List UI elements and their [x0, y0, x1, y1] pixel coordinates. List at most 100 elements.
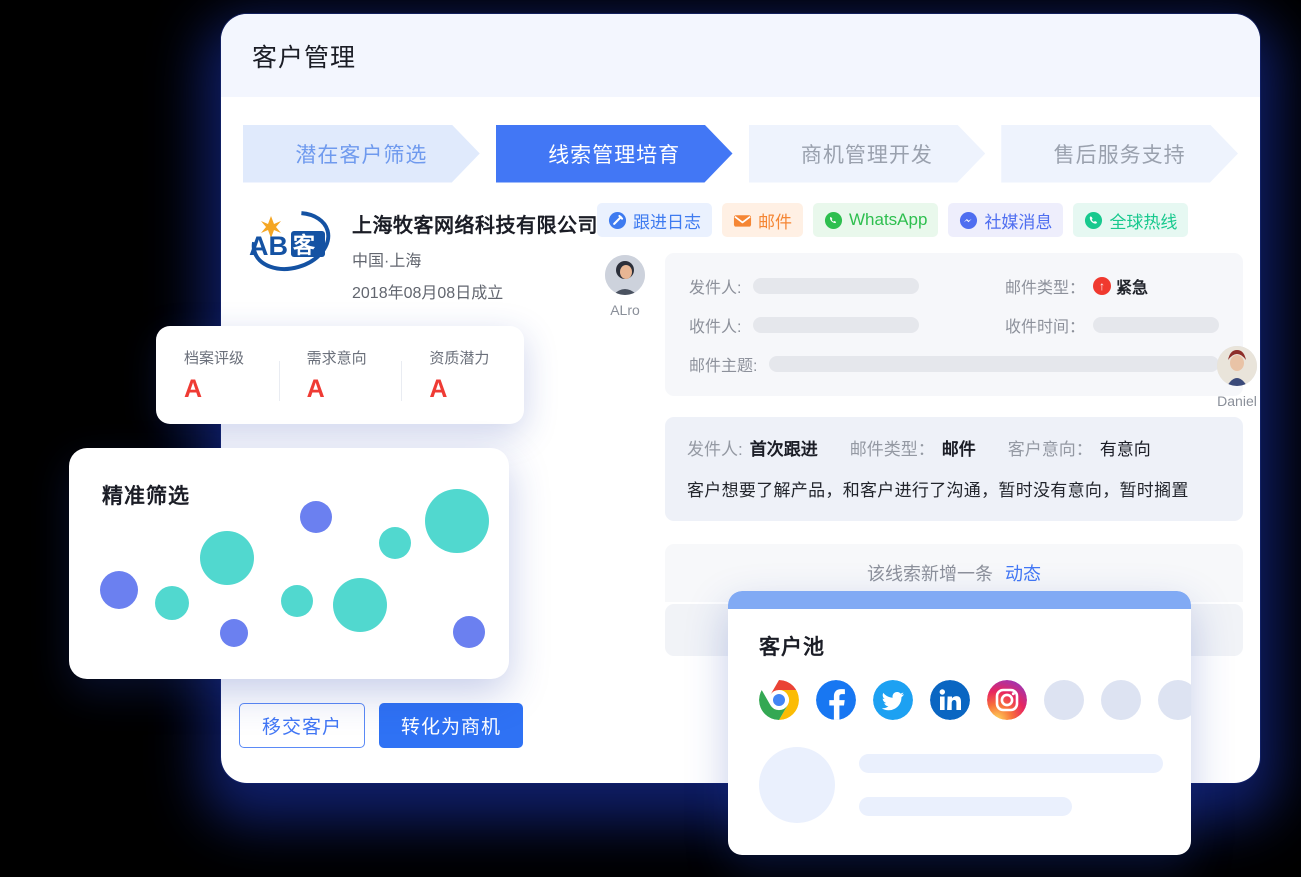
mail-time-value-placeholder: [1093, 317, 1220, 333]
whatsapp-icon: [824, 211, 843, 229]
pool-skeleton-row: [728, 720, 1191, 823]
note-sender-value: 首次跟进: [749, 440, 818, 459]
step-potential-customer[interactable]: 潜在客户筛选: [243, 125, 480, 183]
transfer-customer-button[interactable]: 移交客户: [239, 703, 366, 748]
mail-row-subject: 邮件主题:: [689, 352, 1220, 376]
tab-label: 跟进日志: [633, 212, 701, 232]
rating-card: 档案评级 A 需求意向 A 资质潜力 A: [156, 326, 524, 424]
bubble-point: [100, 571, 138, 609]
reviewer-name: Daniel: [1217, 393, 1257, 409]
tab-email[interactable]: 邮件: [722, 203, 803, 237]
bubble-point: [379, 527, 411, 559]
rating-value: A: [429, 374, 448, 403]
mail-type-value: ↑ 紧急: [1093, 274, 1148, 298]
step-after-sales-support[interactable]: 售后服务支持: [1001, 125, 1238, 183]
mail-sender-name: ALro: [610, 302, 640, 318]
customer-pool-card: 客户池: [728, 591, 1191, 855]
mail-receiver-value-placeholder: [753, 317, 920, 333]
mail-row-receiver: 收件人: 收件时间：: [689, 313, 1220, 337]
placeholder-icon-3: [1158, 680, 1191, 720]
mail-field-receiver: 收件人:: [689, 313, 989, 337]
bubble-point: [425, 489, 489, 553]
step-label: 售后服务支持: [1053, 143, 1186, 167]
mail-type-text: 紧急: [1116, 280, 1149, 297]
rating-potential: 资质潜力 A: [401, 347, 524, 404]
activity-link[interactable]: 动态: [1005, 560, 1041, 586]
company-logo: AB 客: [245, 205, 337, 277]
bubble-point: [220, 619, 248, 647]
company-founded-date: 2018年08月08日成立: [352, 285, 504, 302]
bubble-point: [453, 616, 485, 648]
note-type-value: 邮件: [941, 440, 976, 459]
rating-label: 档案评级: [184, 349, 245, 367]
facebook-icon[interactable]: [816, 680, 856, 720]
tab-social-message[interactable]: 社媒消息: [948, 203, 1064, 237]
channel-tabs: 跟进日志 邮件 WhatsApp 社媒消息 全球热线: [597, 197, 1243, 237]
twitter-icon[interactable]: [873, 680, 913, 720]
messenger-icon: [960, 211, 978, 229]
chrome-icon[interactable]: [759, 680, 799, 720]
customer-action-buttons: 移交客户 转化为商机: [239, 703, 524, 748]
step-opportunity-management[interactable]: 商机管理开发: [749, 125, 986, 183]
step-lead-management[interactable]: 线索管理培育: [496, 125, 733, 183]
pipeline-steps: 潜在客户筛选 线索管理培育 商机管理开发 售后服务支持: [221, 97, 1260, 189]
window-header: 客户管理: [221, 14, 1260, 97]
note-body-text: 客户想要了解产品，和客户进行了沟通，暂时没有意向，暂时搁置: [687, 481, 1189, 500]
pool-accent-bar: [728, 591, 1191, 609]
facebook-glyph: [816, 680, 856, 720]
step-label: 商机管理开发: [800, 143, 933, 167]
linkedin-icon[interactable]: [930, 680, 970, 720]
precise-filter-card: 精准筛选: [69, 448, 509, 679]
tab-whatsapp[interactable]: WhatsApp: [813, 203, 939, 237]
bubble-point: [333, 578, 387, 632]
svg-text:客: 客: [293, 233, 316, 259]
note-intent-value: 有意向: [1099, 440, 1151, 459]
company-name: 上海牧客网络科技有限公司: [352, 215, 598, 237]
phone-icon: [1085, 211, 1103, 229]
tab-follow-up-log[interactable]: 跟进日志: [597, 203, 712, 237]
bubble-point: [155, 586, 189, 620]
note-meta-row: 发件人: 首次跟进 邮件类型： 邮件 客户意向： 有意向: [687, 435, 1221, 460]
twitter-glyph: [873, 680, 913, 720]
placeholder-icon-1: [1044, 680, 1084, 720]
rating-value: A: [184, 374, 203, 403]
rating-label: 资质潜力: [429, 349, 490, 367]
mail-sender-label: 发件人:: [689, 280, 742, 297]
mail-row-sender: 发件人: 邮件类型： ↑ 紧急: [689, 274, 1219, 298]
skeleton-lines: [859, 754, 1191, 816]
mail-receiver-label: 收件人:: [689, 319, 742, 336]
follow-up-note-card: 发件人: 首次跟进 邮件类型： 邮件 客户意向： 有意向 客户想要了解产品，和客…: [665, 417, 1244, 521]
skeleton-avatar: [759, 747, 835, 823]
instagram-icon[interactable]: [987, 680, 1027, 720]
pool-channel-icons: [728, 661, 1191, 720]
tab-global-hotline[interactable]: 全球热线: [1073, 203, 1189, 237]
mail-sender-user: ALro: [597, 253, 653, 396]
abke-logo-icon: AB 客: [249, 211, 331, 271]
mail-field-time: 收件时间：: [989, 313, 1220, 337]
rating-demand: 需求意向 A: [278, 347, 402, 404]
mail-sender-value-placeholder: [753, 278, 920, 294]
step-label: 线索管理培育: [548, 143, 681, 167]
svg-text:AB: AB: [249, 231, 288, 261]
screenshot-stage: 客户管理 潜在客户筛选 线索管理培育 商机管理开发 售后服务支持 AB 客 上海…: [0, 0, 1301, 877]
placeholder-icon-2: [1101, 680, 1141, 720]
avatar: [605, 255, 645, 295]
bubble-chart-title: 精准筛选: [102, 485, 190, 508]
mail-subject-label: 邮件主题:: [689, 358, 758, 375]
tab-label: 社媒消息: [984, 212, 1053, 232]
skeleton-line: [859, 754, 1163, 773]
mail-time-label: 收件时间：: [1005, 319, 1086, 336]
avatar-image: [1217, 346, 1258, 386]
log-icon: [608, 211, 627, 229]
chrome-glyph: [759, 680, 799, 720]
bubble-point: [300, 501, 332, 533]
convert-to-opportunity-button[interactable]: 转化为商机: [379, 703, 524, 748]
note-reviewer: Daniel: [1205, 346, 1269, 409]
skeleton-line: [859, 797, 1072, 816]
note-intent-label: 客户意向：: [1007, 440, 1093, 459]
note-sender-label: 发件人:: [687, 440, 743, 459]
instagram-glyph: [987, 680, 1027, 720]
mail-fields-card: 发件人: 邮件类型： ↑ 紧急 收件人: 收件时间： 邮件主题:: [665, 253, 1244, 396]
rating-label: 需求意向: [306, 349, 367, 367]
urgent-arrow-icon: ↑: [1093, 277, 1112, 295]
